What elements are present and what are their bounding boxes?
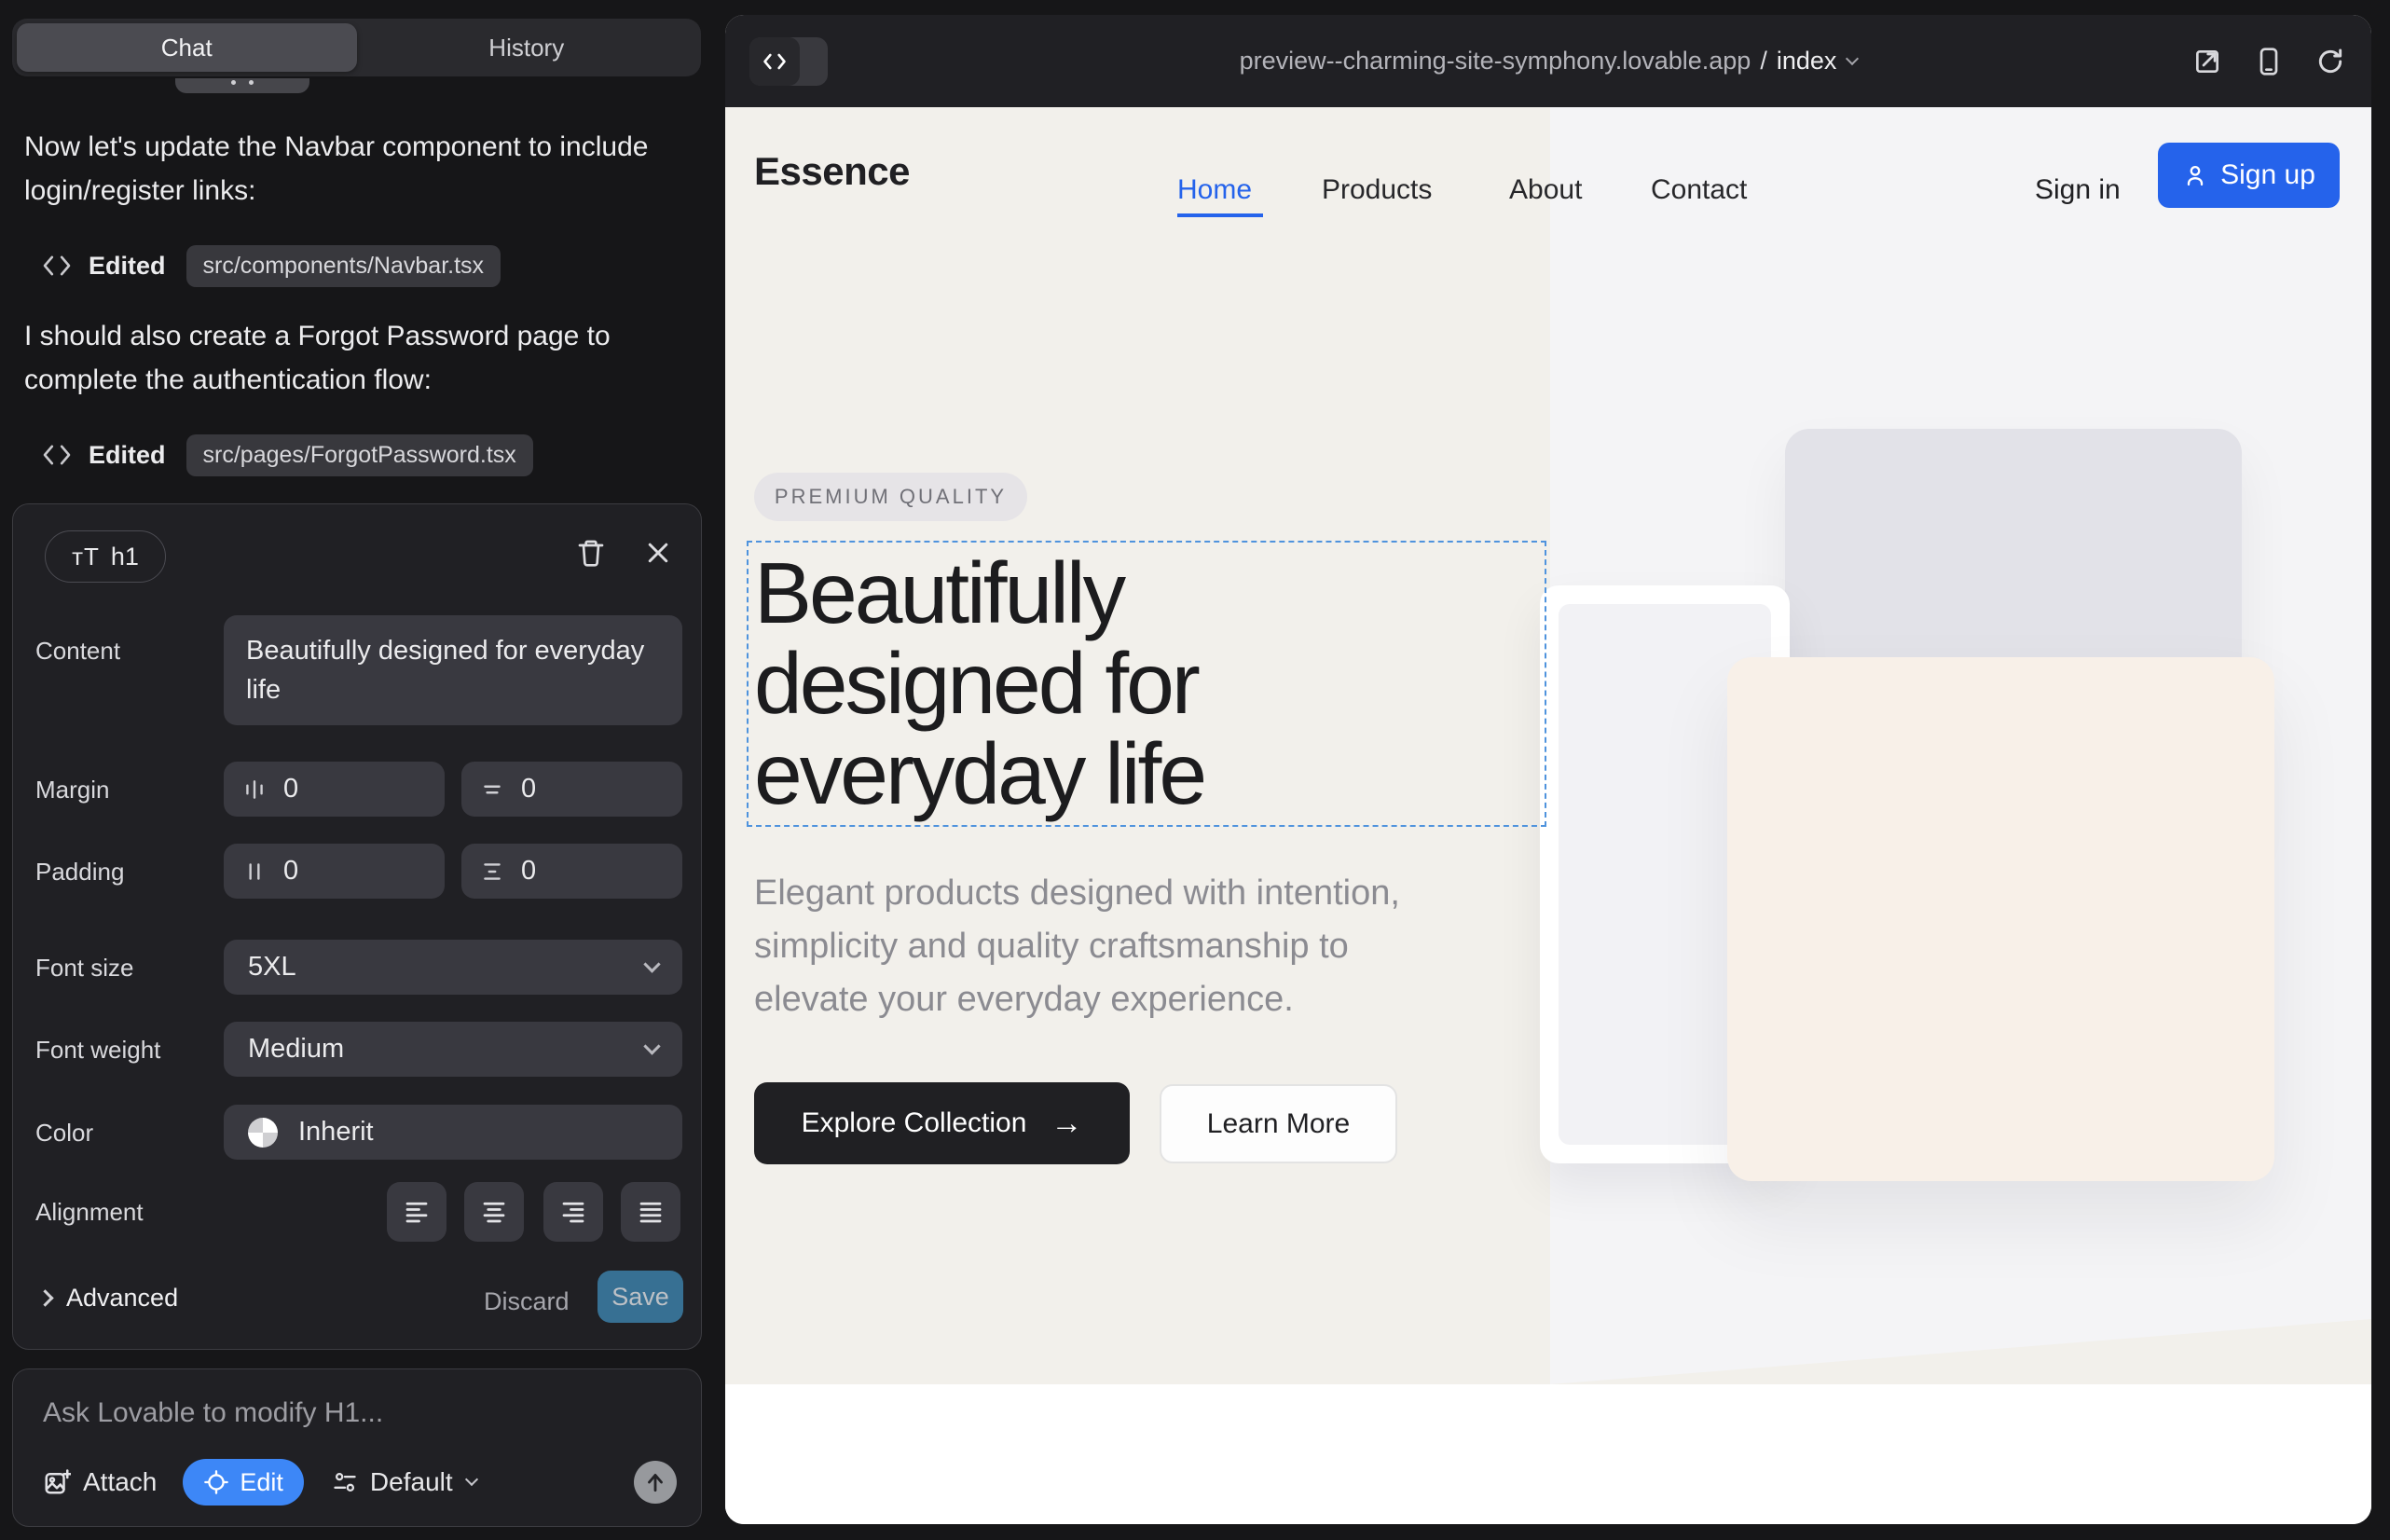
text-element-icon: тT — [72, 543, 100, 571]
preview-toolbar-icons — [2192, 15, 2345, 107]
nav-about[interactable]: About — [1509, 174, 1582, 206]
url-page: index — [1777, 47, 1837, 76]
default-mode-dropdown[interactable]: Default — [332, 1467, 476, 1497]
tab-history[interactable]: History — [357, 23, 697, 72]
align-justify-button[interactable] — [621, 1182, 680, 1242]
site-canvas: Essence Home Products About Contact Sign… — [725, 107, 2371, 1524]
font-size-label: Font size — [35, 954, 134, 983]
align-justify-icon — [637, 1198, 665, 1226]
sign-up-button[interactable]: Sign up — [2158, 143, 2340, 208]
hero-heading[interactable]: Beautifully designed for everyday life — [754, 548, 1204, 819]
chevron-down-icon — [643, 1038, 660, 1054]
open-external-icon[interactable] — [2192, 47, 2222, 76]
save-button[interactable]: Save — [598, 1271, 683, 1323]
padding-y-input[interactable]: 0 — [461, 844, 682, 899]
refresh-icon[interactable] — [2315, 47, 2345, 76]
alignment-label: Alignment — [35, 1198, 144, 1227]
content-input[interactable]: Beautifully designed for everyday life — [224, 615, 682, 725]
color-select[interactable]: Inherit — [224, 1105, 682, 1160]
align-right-button[interactable] — [543, 1182, 603, 1242]
app-window: Chat History Now let's update the Navbar… — [0, 0, 2390, 1540]
code-icon — [42, 254, 72, 278]
chevron-down-icon — [1846, 51, 1859, 64]
font-weight-select[interactable]: Medium — [224, 1022, 682, 1077]
padding-label: Padding — [35, 858, 124, 887]
prompt-input-panel[interactable]: Ask Lovable to modify H1... Attach Edit … — [12, 1368, 702, 1527]
edited-file-row[interactable]: Edited src/pages/ForgotPassword.tsx — [42, 433, 533, 476]
edited-file-row[interactable]: Edited src/components/Navbar.tsx — [42, 244, 501, 287]
sign-in-link[interactable]: Sign in — [2035, 174, 2121, 206]
close-editor-button[interactable] — [639, 534, 677, 571]
preview-url[interactable]: preview--charming-site-symphony.lovable.… — [725, 15, 2371, 107]
explore-collection-button[interactable]: Explore Collection → — [754, 1082, 1130, 1164]
align-left-icon — [403, 1198, 431, 1226]
code-icon — [42, 443, 72, 467]
element-tag-badge: тT h1 — [45, 530, 166, 583]
mobile-view-icon[interactable] — [2256, 47, 2282, 76]
hero-paragraph: Elegant products designed with intention… — [754, 867, 1449, 1026]
close-icon — [644, 539, 672, 567]
edited-label: Edited — [89, 441, 166, 470]
nav-home[interactable]: Home — [1177, 174, 1252, 206]
chevron-down-icon — [643, 956, 660, 972]
image-plus-icon — [43, 1468, 71, 1496]
scrolled-chip-partial — [175, 78, 309, 93]
arrow-up-icon — [643, 1470, 667, 1494]
margin-x-input[interactable]: 0 — [224, 762, 445, 817]
prompt-placeholder[interactable]: Ask Lovable to modify H1... — [43, 1397, 383, 1429]
edited-label: Edited — [89, 252, 166, 281]
preview-pane: preview--charming-site-symphony.lovable.… — [725, 15, 2371, 1524]
color-label: Color — [35, 1119, 93, 1148]
transparent-color-swatch — [248, 1118, 278, 1148]
arrow-right-icon: → — [1051, 1107, 1082, 1139]
margin-vertical-icon — [480, 777, 504, 802]
align-left-button[interactable] — [387, 1182, 446, 1242]
delete-element-button[interactable] — [572, 534, 610, 571]
font-size-select[interactable]: 5XL — [224, 940, 682, 995]
chevron-down-icon — [465, 1473, 478, 1486]
edit-mode-button[interactable]: Edit — [183, 1459, 304, 1506]
premium-quality-badge: PREMIUM QUALITY — [754, 473, 1027, 521]
font-weight-label: Font weight — [35, 1036, 160, 1065]
site-logo[interactable]: Essence — [754, 149, 910, 194]
chat-history-tabs: Chat History — [12, 19, 701, 76]
crosshair-icon — [203, 1469, 229, 1495]
learn-more-button[interactable]: Learn More — [1160, 1084, 1397, 1163]
chevron-right-icon — [36, 1289, 53, 1306]
tab-chat[interactable]: Chat — [17, 23, 357, 72]
discard-button[interactable]: Discard — [484, 1287, 570, 1316]
content-label: Content — [35, 637, 120, 666]
section-below-hero — [725, 1384, 2371, 1524]
preview-topbar: preview--charming-site-symphony.lovable.… — [725, 15, 2371, 107]
margin-horizontal-icon — [242, 777, 267, 802]
nav-active-underline — [1177, 213, 1263, 217]
margin-label: Margin — [35, 776, 109, 804]
padding-vertical-icon — [480, 859, 504, 884]
element-editor-panel: тT h1 Content Beautifully designed for e… — [12, 503, 702, 1350]
file-chip[interactable]: src/pages/ForgotPassword.tsx — [186, 434, 533, 476]
prompt-toolbar: Attach Edit Default — [43, 1459, 677, 1506]
padding-horizontal-icon — [242, 859, 267, 884]
align-center-icon — [480, 1198, 508, 1226]
margin-y-input[interactable]: 0 — [461, 762, 682, 817]
attach-button[interactable]: Attach — [43, 1467, 157, 1497]
padding-x-input[interactable]: 0 — [224, 844, 445, 899]
user-icon — [2182, 162, 2208, 188]
align-center-button[interactable] — [464, 1182, 524, 1242]
sliders-icon — [332, 1469, 358, 1495]
send-button[interactable] — [634, 1461, 677, 1504]
element-tag: h1 — [111, 543, 139, 571]
chat-message: I should also create a Forgot Password p… — [24, 314, 688, 402]
decor-card-beige — [1727, 657, 2274, 1181]
align-right-icon — [559, 1198, 587, 1226]
trash-icon — [576, 538, 606, 568]
advanced-toggle[interactable]: Advanced — [35, 1284, 178, 1313]
chat-message: Now let's update the Navbar component to… — [24, 125, 688, 213]
nav-contact[interactable]: Contact — [1651, 174, 1747, 206]
file-chip[interactable]: src/components/Navbar.tsx — [186, 245, 501, 287]
nav-products[interactable]: Products — [1322, 174, 1432, 206]
url-separator: / — [1760, 47, 1767, 76]
url-domain: preview--charming-site-symphony.lovable.… — [1240, 47, 1751, 76]
